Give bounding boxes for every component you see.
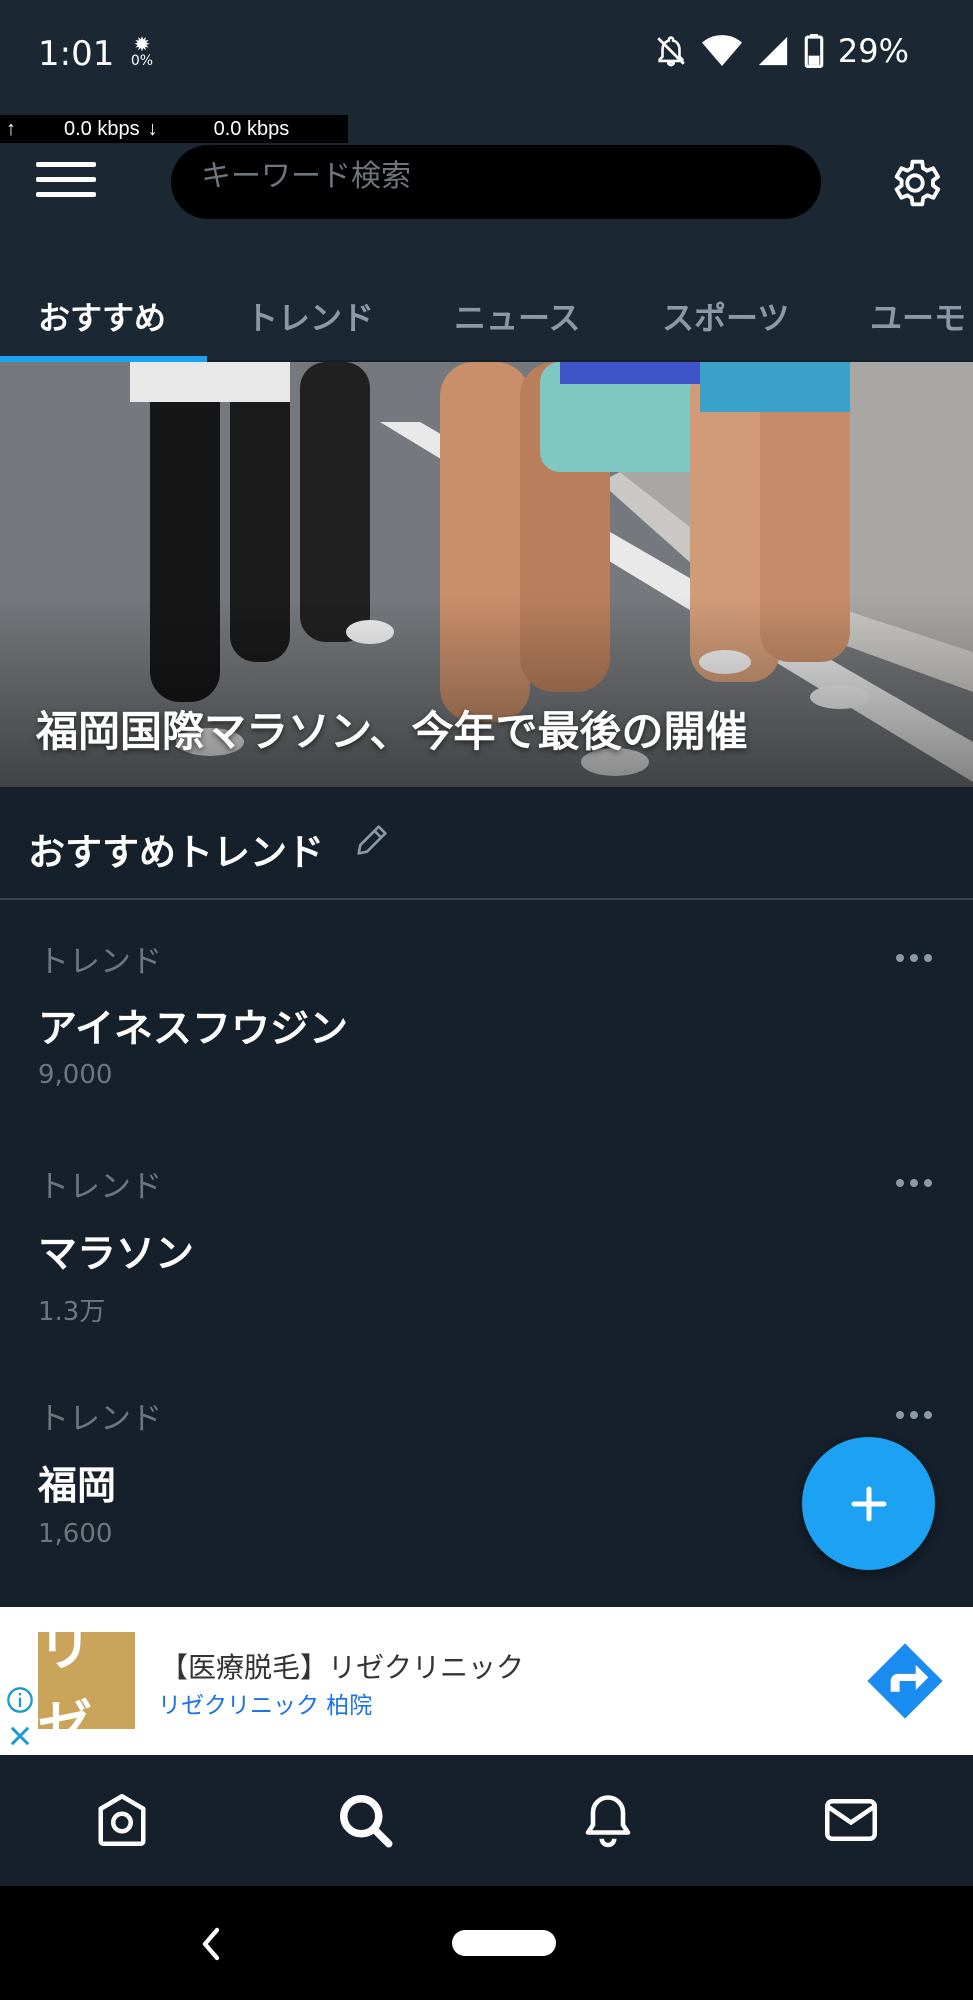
data-saver-indicator: ✹ 0% xyxy=(122,34,162,68)
battery-icon xyxy=(804,34,824,68)
home-icon[interactable] xyxy=(92,1790,152,1850)
trend-count: 1,600 xyxy=(38,1519,113,1549)
menu-icon[interactable] xyxy=(36,162,96,202)
back-icon[interactable] xyxy=(196,1924,226,1964)
messages-icon[interactable] xyxy=(821,1790,881,1850)
tab-sports[interactable]: スポーツ xyxy=(662,270,789,362)
more-options-icon[interactable] xyxy=(896,954,932,966)
trend-count: 1.3万 xyxy=(38,1297,106,1327)
search-icon[interactable] xyxy=(335,1790,395,1850)
wifi-icon xyxy=(701,35,742,66)
home-gesture-pill[interactable] xyxy=(452,1930,556,1956)
status-icons: 29% xyxy=(654,32,909,70)
plus-icon xyxy=(851,1486,886,1521)
trend-item[interactable]: トレンド マラソン 1.3万 xyxy=(0,1127,973,1347)
ad-logo[interactable]: リゼ xyxy=(38,1615,135,1757)
pencil-icon[interactable] xyxy=(352,820,392,860)
tab-recommended[interactable]: おすすめ xyxy=(38,270,166,362)
data-saver-pct: 0% xyxy=(130,53,154,69)
silent-mode-icon xyxy=(657,36,685,67)
directions-icon[interactable] xyxy=(862,1638,948,1724)
status-time: 1:01 xyxy=(38,34,115,74)
section-title: おすすめトレンド xyxy=(28,831,324,874)
upload-speed: 0.0 kbps xyxy=(64,117,140,140)
compose-button[interactable] xyxy=(802,1437,935,1570)
search-input[interactable]: キーワード検索 xyxy=(171,145,821,219)
trend-name: マラソン xyxy=(38,1232,195,1277)
notifications-icon[interactable] xyxy=(578,1790,638,1850)
ad-title[interactable]: 【医療脱毛】リゼクリニック xyxy=(160,1646,524,1686)
hero-title[interactable]: 福岡国際マラソン、今年で最後の開催 xyxy=(36,698,747,759)
more-options-icon[interactable] xyxy=(896,1179,932,1191)
upload-arrow-icon: ↑ xyxy=(6,117,16,140)
battery-level: 29% xyxy=(837,32,909,70)
info-icon[interactable] xyxy=(6,1686,34,1714)
trend-name: アイネスフウジン xyxy=(38,1007,349,1052)
tab-humor[interactable]: ユーモ xyxy=(870,270,966,362)
ad-subtitle[interactable]: リゼクリニック 柏院 xyxy=(158,1686,372,1720)
close-icon[interactable] xyxy=(6,1722,34,1750)
download-speed: 0.0 kbps xyxy=(213,117,290,140)
trend-meta: トレンド xyxy=(38,1401,162,1437)
gear-icon[interactable] xyxy=(886,154,944,212)
network-speed-overlay: ↑ 0.0 kbps ↓ 0.0 kbps xyxy=(0,115,348,143)
tab-trends[interactable]: トレンド xyxy=(246,270,374,362)
trend-count: 9,000 xyxy=(38,1060,113,1090)
status-bar: 1:01 ✹ 0% 29% xyxy=(0,0,973,115)
trend-name: 福岡 xyxy=(38,1464,117,1509)
signal-icon xyxy=(758,36,788,66)
trend-item[interactable]: トレンド アイネスフウジン 9,000 xyxy=(0,902,973,1122)
more-options-icon[interactable] xyxy=(896,1411,932,1423)
tab-news[interactable]: ニュース xyxy=(454,270,580,362)
download-arrow-icon: ↓ xyxy=(147,117,158,140)
category-tabs: おすすめ トレンド ニュース スポーツ ユーモ xyxy=(0,270,973,362)
trend-meta: トレンド xyxy=(38,1169,162,1205)
trend-meta: トレンド xyxy=(38,944,162,980)
